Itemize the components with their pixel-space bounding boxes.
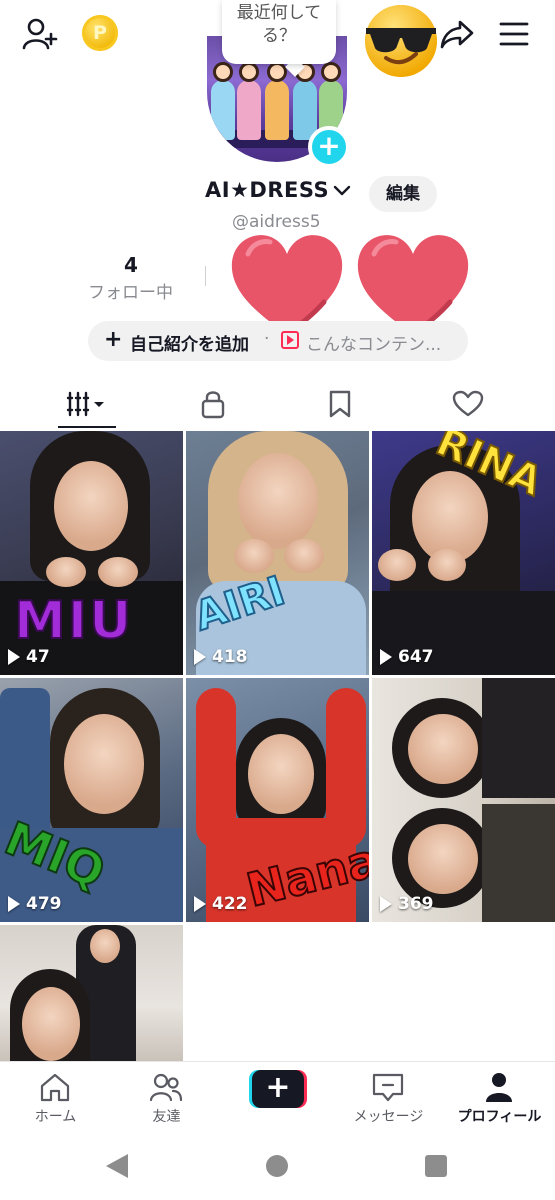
friends-icon	[149, 1073, 183, 1102]
add-avatar-button[interactable]: +	[308, 126, 350, 168]
play-icon	[8, 649, 20, 665]
tab-videos[interactable]	[32, 380, 142, 428]
nav-home-label: ホーム	[34, 1109, 77, 1125]
inbox-icon	[372, 1073, 404, 1102]
tab-private[interactable]	[158, 380, 268, 428]
view-count: 422	[194, 894, 248, 914]
profile-username[interactable]: AI★DRESS	[205, 178, 329, 202]
back-icon[interactable]	[106, 1154, 128, 1178]
edit-profile-button[interactable]: 編集	[369, 176, 437, 212]
profile-tabs	[0, 380, 555, 428]
bottom-nav: ホーム 友達 + メッセージ プロフィール	[0, 1061, 555, 1133]
home-circle-icon[interactable]	[266, 1155, 288, 1177]
avatar-character	[265, 62, 289, 140]
nav-create[interactable]: +	[222, 1062, 333, 1134]
grid-videos-icon	[66, 391, 104, 417]
tab-active-underline	[58, 426, 116, 428]
play-icon	[194, 896, 206, 912]
stat-divider	[205, 266, 206, 286]
view-count-value: 479	[26, 894, 62, 914]
add-friend-icon[interactable]	[18, 12, 62, 56]
video-name-art: MIU	[13, 590, 134, 652]
view-count-value: 47	[26, 647, 50, 667]
nav-profile-label: プロフィール	[457, 1109, 542, 1125]
play-icon	[8, 896, 20, 912]
play-icon	[380, 896, 392, 912]
chevron-down-icon[interactable]	[333, 184, 351, 198]
following-label[interactable]: フォロー中	[88, 278, 173, 303]
avatar-character	[237, 62, 261, 140]
coin-icon[interactable]: P	[82, 15, 118, 51]
video-tile[interactable]: MIQ 479	[0, 678, 183, 922]
profile-icon	[486, 1073, 512, 1102]
video-tile[interactable]: MIU 47	[0, 431, 183, 675]
tab-saved[interactable]	[285, 380, 395, 428]
nav-home[interactable]: ホーム	[0, 1062, 111, 1134]
following-count[interactable]: 4	[124, 253, 138, 277]
view-count: 479	[8, 894, 62, 914]
nav-friends[interactable]: 友達	[111, 1062, 222, 1134]
bio-separator: ·	[264, 329, 270, 349]
nav-profile[interactable]: プロフィール	[444, 1062, 555, 1134]
nav-friends-label: 友達	[152, 1109, 181, 1125]
sunglasses-emoji-icon	[365, 5, 437, 77]
coin-symbol: P	[93, 22, 107, 44]
view-count: 418	[194, 647, 248, 667]
bookmark-icon	[329, 390, 351, 418]
status-bubble-text: 最近何してる？	[236, 3, 322, 46]
play-icon	[194, 649, 206, 665]
video-tile[interactable]: RINA 647	[372, 431, 555, 675]
heart-outline-icon	[452, 390, 484, 417]
lock-icon	[201, 391, 225, 419]
recent-apps-icon[interactable]	[425, 1155, 447, 1177]
view-count-value: 369	[398, 894, 434, 914]
plus-icon: +	[104, 327, 123, 352]
play-icon	[380, 649, 392, 665]
profile-name-row: AI★DRESS 編集	[0, 176, 555, 212]
system-nav-bar	[0, 1134, 555, 1200]
video-tile[interactable]: Nana 422	[186, 678, 369, 922]
content-play-icon	[281, 331, 299, 349]
view-count: 369	[380, 894, 434, 914]
view-count-value: 418	[212, 647, 248, 667]
nav-inbox[interactable]: メッセージ	[333, 1062, 444, 1134]
add-bio-label: 自己紹介を追加	[130, 335, 249, 355]
add-bio-pill[interactable]: + 自己紹介を追加 · こんなコンテン...	[88, 321, 468, 361]
top-bar: P 最近何してる？	[0, 0, 555, 77]
content-suggestion-label: こんなコンテン...	[306, 335, 442, 355]
create-plus-icon: +	[252, 1070, 304, 1108]
home-icon	[40, 1073, 70, 1102]
view-count-value: 422	[212, 894, 248, 914]
menu-icon[interactable]	[492, 12, 536, 56]
view-count: 647	[380, 647, 434, 667]
profile-handle: @aidress5	[232, 212, 321, 232]
tab-liked[interactable]	[413, 380, 523, 428]
view-count: 47	[8, 647, 50, 667]
video-tile[interactable]: AIRI 418	[186, 431, 369, 675]
nav-inbox-label: メッセージ	[353, 1109, 424, 1125]
video-tile[interactable]	[0, 925, 183, 1061]
share-icon[interactable]	[435, 12, 479, 56]
avatar-character	[211, 62, 235, 140]
video-tile[interactable]: 369	[372, 678, 555, 922]
create-button[interactable]: +	[249, 1070, 307, 1108]
view-count-value: 647	[398, 647, 434, 667]
status-bubble[interactable]: 最近何してる？	[222, 0, 336, 64]
